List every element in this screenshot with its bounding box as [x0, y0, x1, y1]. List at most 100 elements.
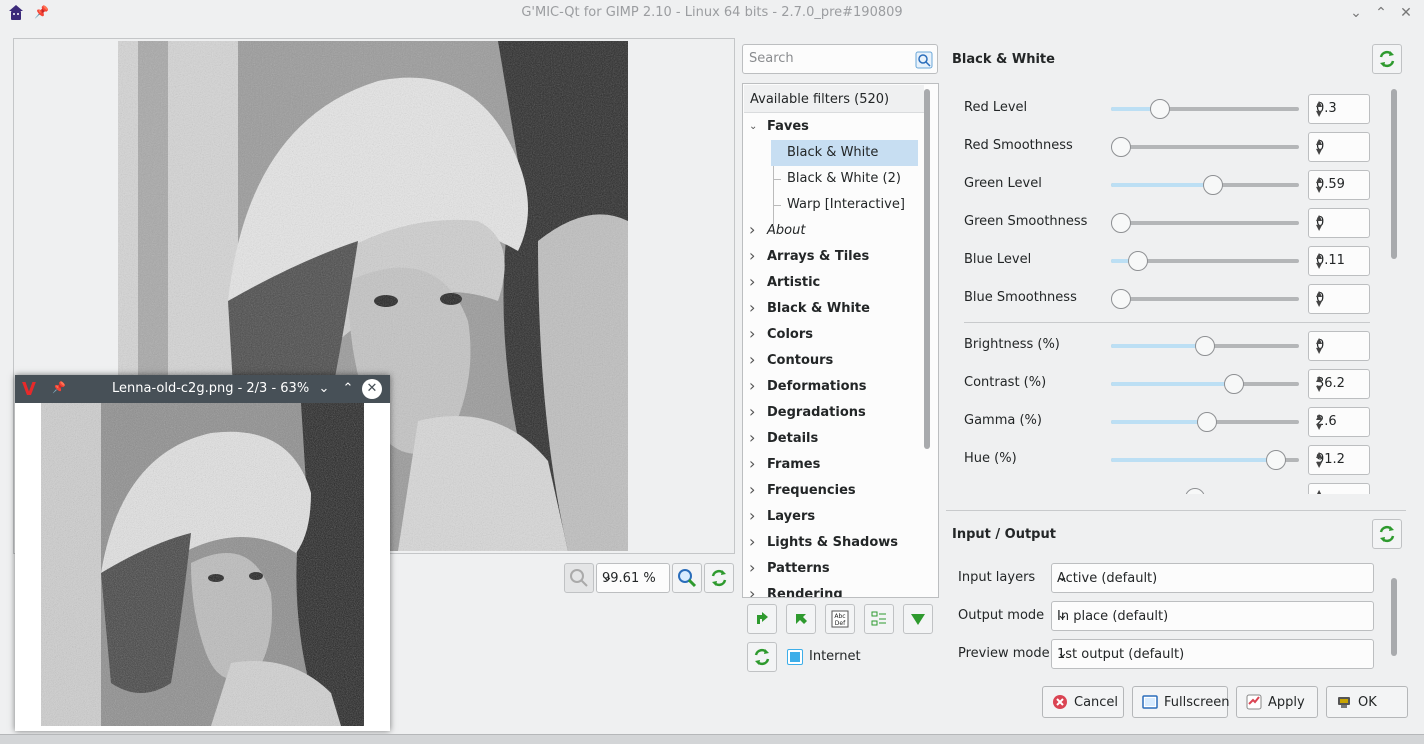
chevron-right-icon[interactable]: ›	[749, 350, 755, 369]
update-filters-button[interactable]	[747, 642, 777, 672]
param-spinbox[interactable]: 0.59 ▲ ▼	[1308, 170, 1370, 200]
filter-tree-item[interactable]: › Details	[743, 426, 923, 452]
spin-up-icon[interactable]: ▲	[1316, 488, 1364, 494]
param-spinbox[interactable]: 91.2 ▲ ▼	[1308, 445, 1370, 475]
viewer-minimize-icon[interactable]: ⌄	[314, 379, 334, 399]
params-reset-button[interactable]	[1372, 44, 1402, 74]
spin-up-icon[interactable]: ▲	[1316, 289, 1364, 298]
spin-down-icon[interactable]: ▼	[1316, 109, 1364, 118]
param-slider-handle[interactable]	[1111, 289, 1131, 309]
filter-tree-item[interactable]: › Patterns	[743, 556, 923, 582]
param-slider-handle[interactable]	[1111, 137, 1131, 157]
spin-down-icon[interactable]: ▼	[1316, 147, 1364, 156]
param-spinbox[interactable]: ▲▼	[1308, 483, 1370, 494]
search-icon[interactable]	[915, 51, 933, 69]
image-viewer-window[interactable]: V 📌 Lenna-old-c2g.png - 2/3 - 63% ⌄ ⌃ ✕	[15, 375, 390, 731]
param-slider[interactable]	[1111, 175, 1299, 195]
param-spinbox[interactable]: 0.11 ▲ ▼	[1308, 246, 1370, 276]
spin-up-icon[interactable]: ▲	[1316, 175, 1364, 184]
expand-collapse-button[interactable]	[864, 604, 894, 634]
spin-up-icon[interactable]: ▲	[1316, 213, 1364, 222]
param-slider-handle[interactable]	[1128, 251, 1148, 271]
spin-down-icon[interactable]: ▼	[1316, 299, 1364, 308]
viewer-close-icon[interactable]: ✕	[362, 379, 382, 399]
filter-tree-item[interactable]: › Deformations	[743, 374, 923, 400]
param-slider[interactable]	[1111, 251, 1299, 271]
spin-up-icon[interactable]: ▲	[1316, 412, 1364, 421]
filter-tree-item[interactable]: › Black & White	[743, 296, 923, 322]
zoom-in-button[interactable]	[672, 563, 702, 593]
filter-tree-item[interactable]: › Rendering	[743, 582, 923, 597]
param-slider-handle[interactable]	[1266, 450, 1286, 470]
param-slider[interactable]	[1111, 137, 1299, 157]
internet-checkbox-box[interactable]	[787, 649, 803, 665]
chevron-right-icon[interactable]: ›	[749, 506, 755, 525]
param-slider-handle[interactable]	[1185, 488, 1205, 494]
param-slider[interactable]	[1111, 289, 1299, 309]
param-slider[interactable]	[1111, 450, 1299, 470]
preview-mode-select[interactable]: 1st output (default) ⌄	[1051, 639, 1374, 669]
filter-tree-scrollbar[interactable]	[924, 89, 930, 449]
filter-tree-item[interactable]: › Frequencies	[743, 478, 923, 504]
filter-tree-item[interactable]: Warp [Interactive]	[743, 192, 923, 218]
chevron-right-icon[interactable]: ›	[749, 480, 755, 499]
chevron-right-icon[interactable]: ›	[749, 532, 755, 551]
move-down-button[interactable]	[903, 604, 933, 634]
filter-search-input[interactable]	[749, 51, 909, 66]
chevron-right-icon[interactable]: ›	[749, 584, 755, 597]
remove-fave-button[interactable]	[786, 604, 816, 634]
param-slider[interactable]	[1111, 99, 1299, 119]
refresh-preview-button[interactable]	[704, 563, 734, 593]
chevron-right-icon[interactable]: ›	[749, 324, 755, 343]
spin-down-icon[interactable]: ▼	[1316, 422, 1364, 431]
apply-button[interactable]: Apply	[1236, 686, 1318, 718]
spin-up-icon[interactable]: ▲	[1316, 251, 1364, 260]
spin-down-icon[interactable]: ▼	[1316, 346, 1364, 355]
filter-tree-item[interactable]: › Frames	[743, 452, 923, 478]
chevron-down-icon[interactable]: ⌄	[749, 121, 757, 132]
filter-tree-item[interactable]: › About	[743, 218, 923, 244]
params-scrollbar[interactable]	[1391, 89, 1397, 259]
param-spinbox[interactable]: 0.3 ▲ ▼	[1308, 94, 1370, 124]
spin-up-icon[interactable]: ▲	[1316, 450, 1364, 459]
minimize-icon[interactable]: ⌄	[1346, 3, 1366, 23]
param-slider[interactable]	[1111, 412, 1299, 432]
param-slider[interactable]	[1111, 213, 1299, 233]
param-slider[interactable]	[1111, 374, 1299, 394]
param-spinbox[interactable]: 0 ▲ ▼	[1308, 284, 1370, 314]
param-slider-handle[interactable]	[1150, 99, 1170, 119]
chevron-right-icon[interactable]: ›	[749, 428, 755, 447]
filter-tree-item[interactable]: › Layers	[743, 504, 923, 530]
chevron-right-icon[interactable]: ›	[749, 376, 755, 395]
param-spinbox[interactable]: 36.2 ▲ ▼	[1308, 369, 1370, 399]
maximize-icon[interactable]: ⌃	[1371, 3, 1391, 23]
chevron-right-icon[interactable]: ›	[749, 558, 755, 577]
io-reset-button[interactable]	[1372, 519, 1402, 549]
viewer-maximize-icon[interactable]: ⌃	[338, 379, 358, 399]
param-slider-handle[interactable]	[1111, 213, 1131, 233]
filter-tree-item[interactable]: › Contours	[743, 348, 923, 374]
chevron-right-icon[interactable]: ›	[749, 220, 755, 239]
cancel-button[interactable]: Cancel	[1042, 686, 1124, 718]
filter-tree-item[interactable]: › Arrays & Tiles	[743, 244, 923, 270]
spin-down-icon[interactable]: ▼	[1316, 185, 1364, 194]
filter-search-box[interactable]	[742, 44, 938, 74]
zoom-out-button[interactable]	[564, 563, 594, 593]
param-slider-handle[interactable]	[1224, 374, 1244, 394]
param-slider-handle[interactable]	[1195, 336, 1215, 356]
input-layers-select[interactable]: Active (default) ⌄	[1051, 563, 1374, 593]
spin-up-icon[interactable]: ▲	[1316, 137, 1364, 146]
fullscreen-button[interactable]: Fullscreen	[1132, 686, 1229, 718]
spin-up-icon[interactable]: ▲	[1316, 336, 1364, 345]
io-scrollbar[interactable]	[1391, 578, 1397, 656]
param-spinbox[interactable]: 0 ▲ ▼	[1308, 132, 1370, 162]
chevron-right-icon[interactable]: ›	[749, 272, 755, 291]
spin-down-icon[interactable]: ▼	[1316, 460, 1364, 469]
spin-up-icon[interactable]: ▲	[1316, 374, 1364, 383]
chevron-right-icon[interactable]: ›	[749, 454, 755, 473]
filter-tree-item[interactable]: Black & White (2)	[743, 166, 923, 192]
spin-down-icon[interactable]: ▼	[1316, 261, 1364, 270]
filter-tree-item[interactable]: › Colors	[743, 322, 923, 348]
param-slider[interactable]	[1111, 336, 1299, 356]
rename-fave-button[interactable]: Abc Def	[825, 604, 855, 634]
